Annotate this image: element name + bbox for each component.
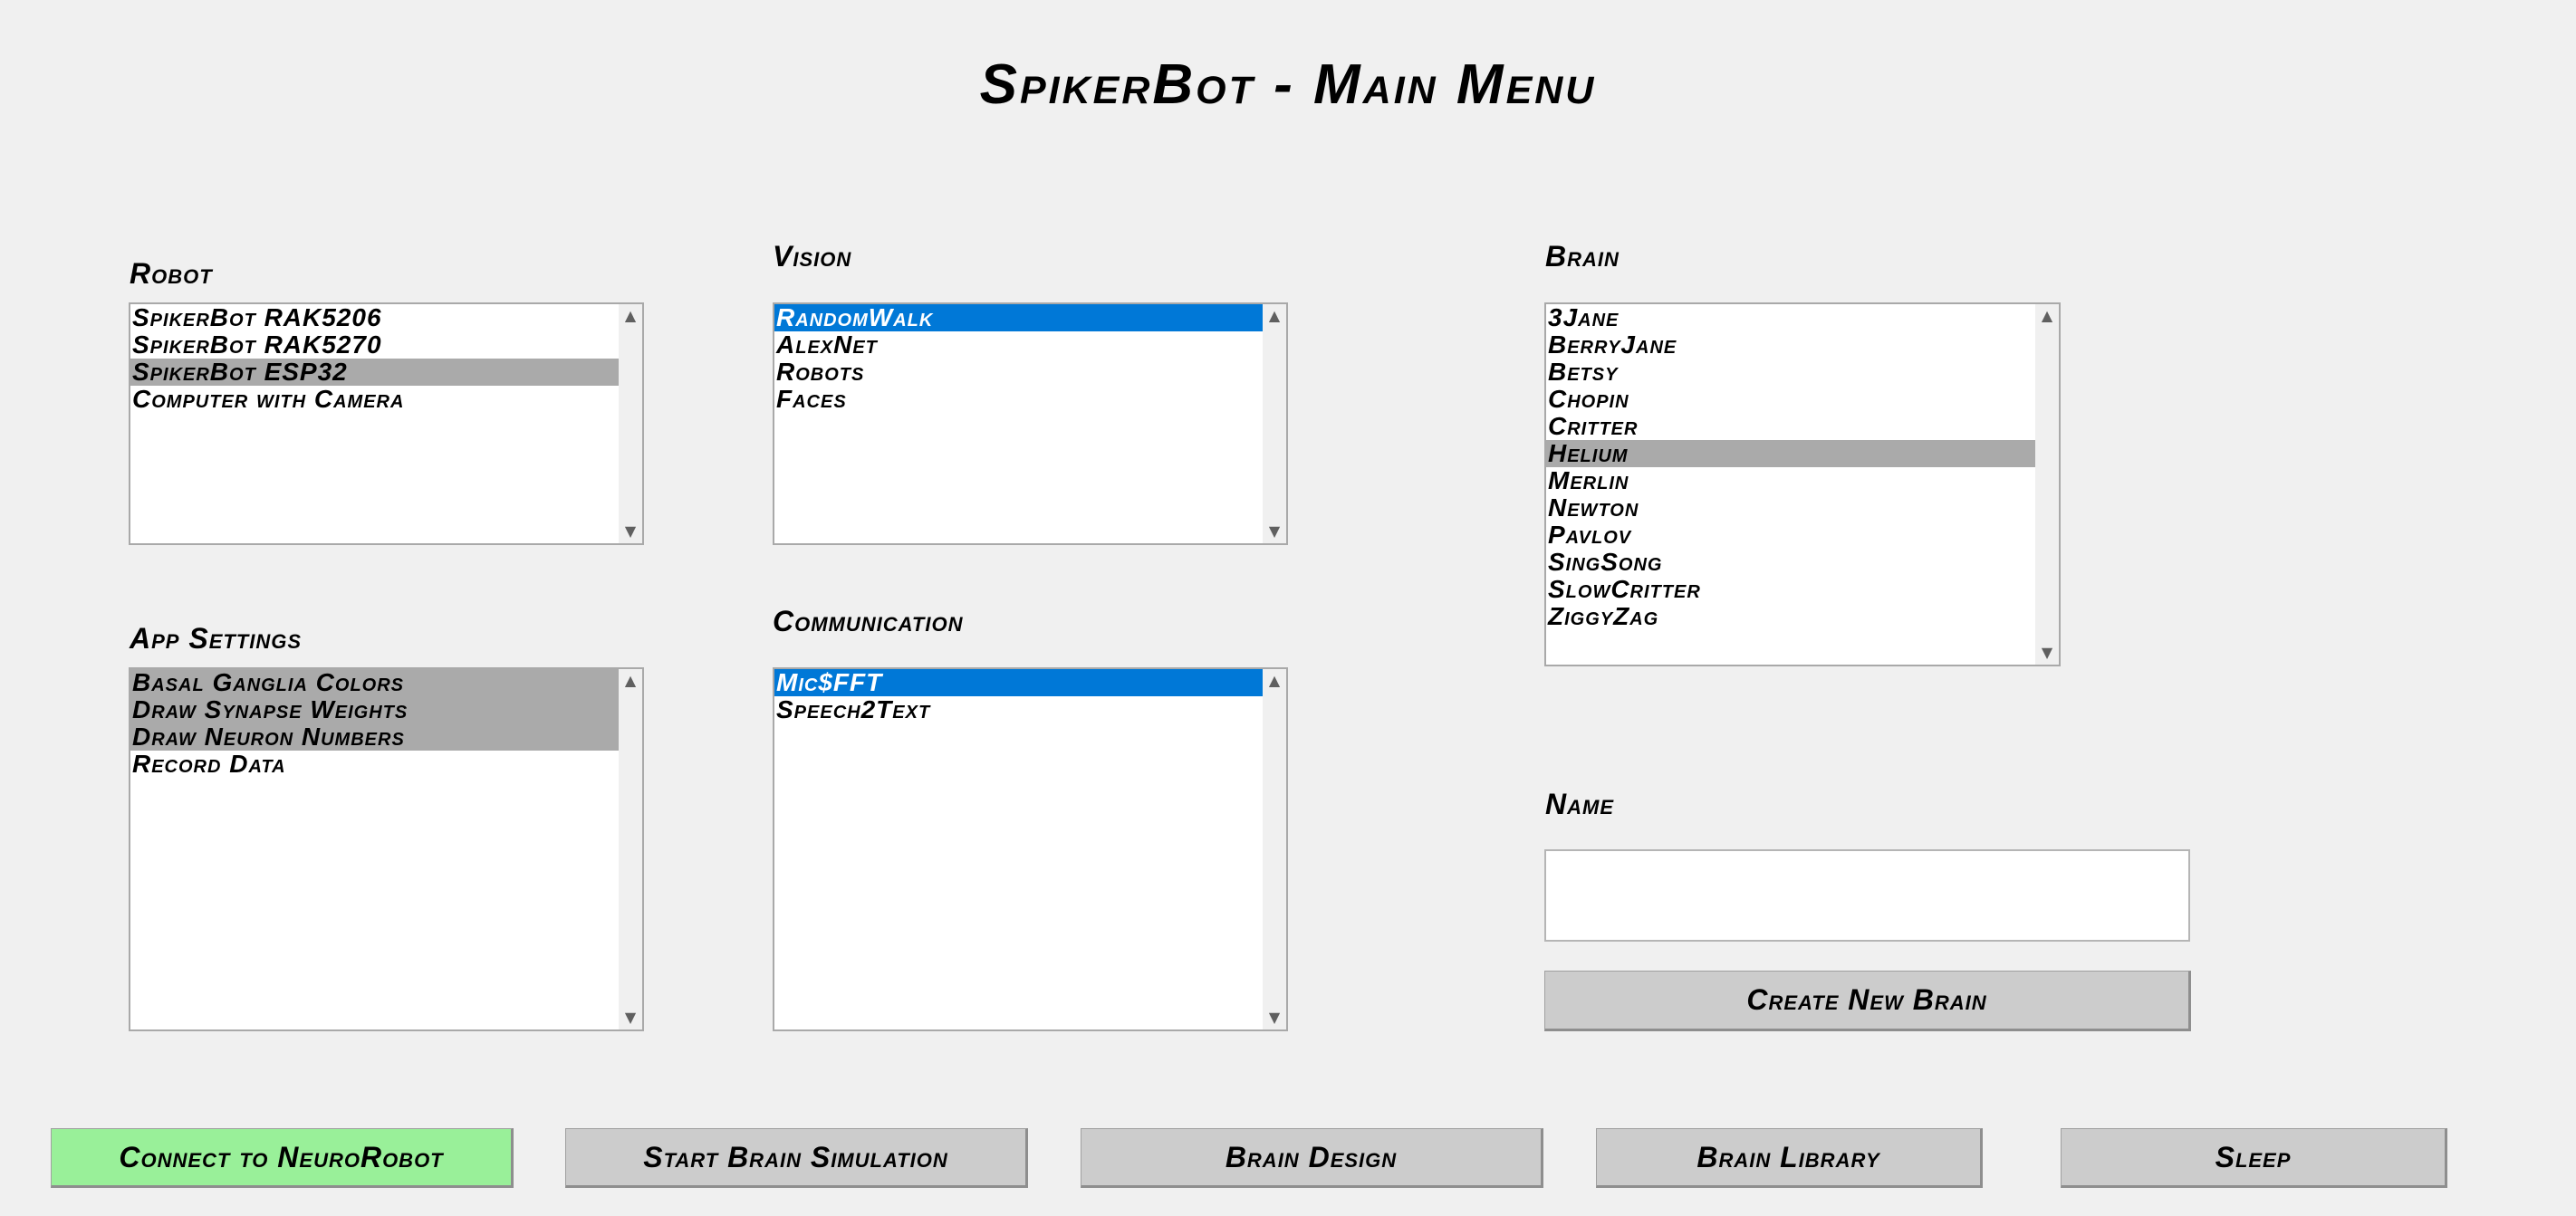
sleep-button[interactable]: Sleep	[2061, 1128, 2447, 1188]
robot-list-item[interactable]: SpikerBot RAK5270	[130, 331, 619, 359]
robot-list-item[interactable]: SpikerBot RAK5206	[130, 304, 619, 331]
app-settings-list-item[interactable]: Draw Neuron Numbers	[130, 723, 619, 751]
brain-list-item[interactable]: BerryJane	[1546, 331, 2035, 359]
brain-list-item[interactable]: Chopin	[1546, 386, 2035, 413]
brain-scrollbar[interactable]: ▲ ▼	[2035, 304, 2059, 665]
brain-list-item[interactable]: SingSong	[1546, 549, 2035, 576]
brain-list-item[interactable]: Critter	[1546, 413, 2035, 440]
scroll-down-icon[interactable]: ▼	[619, 520, 642, 543]
brain-list-item[interactable]: ZiggyZag	[1546, 603, 2035, 630]
start-brain-simulation-button[interactable]: Start Brain Simulation	[565, 1128, 1028, 1188]
scroll-up-icon[interactable]: ▲	[619, 304, 642, 328]
brain-listbox[interactable]: 3Jane BerryJane Betsy Chopin Critter Helium Me…	[1544, 302, 2061, 666]
brain-label: Brain	[1545, 240, 1620, 273]
scroll-up-icon[interactable]: ▲	[1263, 304, 1286, 328]
scroll-up-icon[interactable]: ▲	[2035, 304, 2059, 328]
app-settings-list-item[interactable]: Draw Synapse Weights	[130, 696, 619, 723]
vision-list-item[interactable]: AlexNet	[774, 331, 1263, 359]
brain-list-items: 3Jane BerryJane Betsy Chopin Critter Helium Me…	[1546, 304, 2035, 665]
name-input[interactable]	[1544, 849, 2190, 942]
app-settings-label: App Settings	[130, 622, 303, 655]
brain-list-item[interactable]: Merlin	[1546, 467, 2035, 494]
brain-list-item[interactable]: 3Jane	[1546, 304, 2035, 331]
brain-list-item[interactable]: Helium	[1546, 440, 2035, 467]
communication-scrollbar[interactable]: ▲ ▼	[1263, 669, 1286, 1029]
vision-label: Vision	[773, 240, 852, 273]
scroll-down-icon[interactable]: ▼	[1263, 1006, 1286, 1029]
page-title: SpikerBot - Main Menu	[979, 53, 1597, 116]
app-settings-listbox[interactable]: Basal Ganglia Colors Draw Synapse Weights…	[129, 667, 644, 1031]
brain-library-button[interactable]: Brain Library	[1596, 1128, 1983, 1188]
robot-listbox[interactable]: SpikerBot RAK5206 SpikerBot RAK5270 Spiker…	[129, 302, 644, 545]
communication-listbox[interactable]: Mic$FFT Speech2Text ▲ ▼	[773, 667, 1288, 1031]
brain-list-item[interactable]: Pavlov	[1546, 522, 2035, 549]
robot-list-items: SpikerBot RAK5206 SpikerBot RAK5270 Spiker…	[130, 304, 619, 543]
vision-list-items: RandomWalk AlexNet Robots Faces	[774, 304, 1263, 543]
scroll-up-icon[interactable]: ▲	[1263, 669, 1286, 693]
communication-list-items: Mic$FFT Speech2Text	[774, 669, 1263, 1029]
connect-to-neurorobot-button[interactable]: Connect to NeuroRobot	[51, 1128, 514, 1188]
vision-list-item[interactable]: RandomWalk	[774, 304, 1263, 331]
scroll-down-icon[interactable]: ▼	[2035, 641, 2059, 665]
scroll-down-icon[interactable]: ▼	[1263, 520, 1286, 543]
vision-listbox[interactable]: RandomWalk AlexNet Robots Faces ▲ ▼	[773, 302, 1288, 545]
robot-list-item[interactable]: Computer with Camera	[130, 386, 619, 413]
robot-scrollbar[interactable]: ▲ ▼	[619, 304, 642, 543]
scroll-up-icon[interactable]: ▲	[619, 669, 642, 693]
communication-label: Communication	[773, 605, 964, 637]
app-settings-list-item[interactable]: Basal Ganglia Colors	[130, 669, 619, 696]
brain-list-item[interactable]: Newton	[1546, 494, 2035, 522]
brain-list-item[interactable]: SlowCritter	[1546, 576, 2035, 603]
scroll-down-icon[interactable]: ▼	[619, 1006, 642, 1029]
brain-list-item[interactable]: Betsy	[1546, 359, 2035, 386]
vision-scrollbar[interactable]: ▲ ▼	[1263, 304, 1286, 543]
app-settings-list-item[interactable]: Record Data	[130, 751, 619, 778]
robot-label: Robot	[130, 257, 213, 290]
vision-list-item[interactable]: Faces	[774, 386, 1263, 413]
app-settings-scrollbar[interactable]: ▲ ▼	[619, 669, 642, 1029]
create-new-brain-button[interactable]: Create New Brain	[1544, 971, 2191, 1031]
name-label: Name	[1545, 788, 1614, 820]
robot-list-item[interactable]: SpikerBot ESP32	[130, 359, 619, 386]
brain-design-button[interactable]: Brain Design	[1081, 1128, 1543, 1188]
vision-list-item[interactable]: Robots	[774, 359, 1263, 386]
communication-list-item[interactable]: Speech2Text	[774, 696, 1263, 723]
app-settings-list-items: Basal Ganglia Colors Draw Synapse Weights…	[130, 669, 619, 1029]
communication-list-item[interactable]: Mic$FFT	[774, 669, 1263, 696]
